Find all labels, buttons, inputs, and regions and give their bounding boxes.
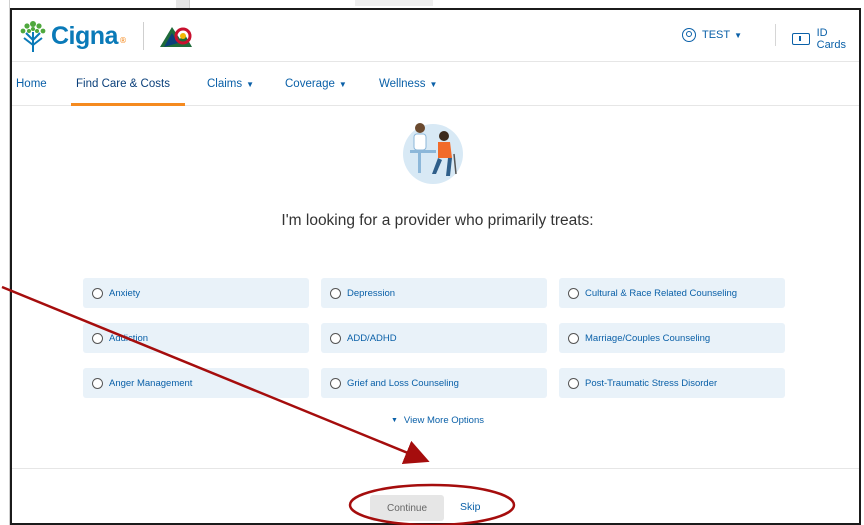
- cigna-logo[interactable]: Cigna ®: [18, 16, 194, 56]
- radio-button[interactable]: [330, 287, 341, 299]
- option-label: Marriage/Couples Counseling: [585, 332, 711, 344]
- option-grief-loss-counseling[interactable]: Grief and Loss Counseling: [321, 368, 547, 398]
- radio-button[interactable]: [330, 332, 341, 344]
- radio-button[interactable]: [92, 332, 103, 344]
- chevron-down-icon: ▼: [246, 80, 255, 89]
- option-depression[interactable]: Depression: [321, 278, 547, 308]
- nav-home[interactable]: Home: [16, 78, 47, 90]
- radio-button[interactable]: [568, 287, 579, 299]
- option-label: Grief and Loss Counseling: [347, 377, 459, 389]
- option-label: Cultural & Race Related Counseling: [585, 287, 738, 299]
- window-edge: [0, 0, 10, 525]
- nav-wellness-label: Wellness: [379, 78, 426, 90]
- chevron-down-icon: ▼: [429, 80, 438, 89]
- user-menu[interactable]: TEST ▼: [682, 28, 742, 42]
- nav-coverage-label: Coverage: [285, 78, 335, 90]
- site-header: Cigna ® TEST ▼ ID Cards: [12, 10, 859, 62]
- option-anxiety[interactable]: Anxiety: [83, 278, 309, 308]
- nav-claims-label: Claims: [207, 78, 243, 90]
- nav-coverage[interactable]: Coverage ▼: [285, 78, 347, 90]
- radio-button[interactable]: [92, 377, 103, 389]
- option-add-adhd[interactable]: ADD/ADHD: [321, 323, 547, 353]
- user-account-icon: [682, 28, 696, 42]
- option-label: Anxiety: [109, 287, 141, 299]
- question-prompt: I'm looking for a provider who primarily…: [281, 212, 594, 229]
- screenshot-page: Cigna ® TEST ▼ ID Cards Home Find Care &…: [0, 0, 864, 525]
- continue-button[interactable]: Continue: [370, 495, 444, 521]
- active-tab-underline: [71, 103, 185, 106]
- logo-divider: [142, 22, 144, 50]
- nav-wellness[interactable]: Wellness ▼: [379, 78, 437, 90]
- cigna-page-frame: Cigna ® TEST ▼ ID Cards Home Find Care &…: [10, 8, 861, 525]
- registered-mark: ®: [118, 35, 127, 45]
- user-menu-label: TEST: [702, 29, 731, 41]
- view-more-label: View More Options: [403, 415, 485, 426]
- radio-button[interactable]: [330, 377, 341, 389]
- cigna-tree-icon: [20, 21, 46, 52]
- option-cultural-race-counseling[interactable]: Cultural & Race Related Counseling: [559, 278, 785, 308]
- option-label: Anger Management: [109, 377, 193, 389]
- view-more-options-link[interactable]: ▼ View More Options: [12, 415, 863, 426]
- option-label: Depression: [347, 287, 396, 299]
- provider-consultation-illustration: [403, 123, 463, 184]
- skip-link[interactable]: Skip: [460, 501, 480, 513]
- nav-find-care-costs[interactable]: Find Care & Costs: [76, 78, 170, 90]
- option-addiction[interactable]: Addiction: [83, 323, 309, 353]
- window-tab-fragment: [355, 0, 433, 6]
- cigna-wordmark: Cigna: [51, 21, 118, 50]
- radio-button[interactable]: [568, 377, 579, 389]
- chevron-down-icon: ▼: [390, 417, 398, 424]
- nav-claims[interactable]: Claims ▼: [207, 78, 254, 90]
- option-anger-management[interactable]: Anger Management: [83, 368, 309, 398]
- chevron-down-icon: ▼: [338, 80, 347, 89]
- option-ptsd[interactable]: Post-Traumatic Stress Disorder: [559, 368, 785, 398]
- header-divider: [775, 24, 776, 46]
- radio-button[interactable]: [92, 287, 103, 299]
- id-cards-link[interactable]: ID Cards: [792, 27, 859, 51]
- chevron-down-icon: ▼: [734, 30, 743, 40]
- option-marriage-couples-counseling[interactable]: Marriage/Couples Counseling: [559, 323, 785, 353]
- id-card-icon: [792, 33, 810, 45]
- colorado-logo-icon: [159, 27, 192, 47]
- radio-button[interactable]: [568, 332, 579, 344]
- footer-divider: [12, 468, 859, 469]
- option-label: Post-Traumatic Stress Disorder: [585, 377, 718, 389]
- option-label: ADD/ADHD: [347, 332, 397, 344]
- id-cards-label: ID Cards: [816, 27, 846, 51]
- option-label: Addiction: [109, 332, 149, 344]
- main-nav: Home Find Care & Costs Claims ▼ Coverage ▼…: [12, 62, 859, 106]
